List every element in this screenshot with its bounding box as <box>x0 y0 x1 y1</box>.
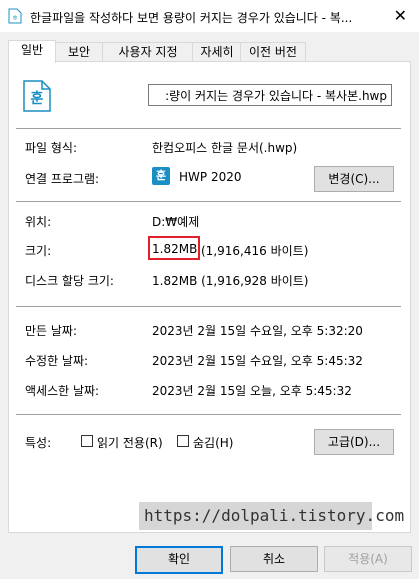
change-button[interactable]: 변경(C)... <box>314 166 394 192</box>
tab-customize[interactable]: 사용자 지정 <box>102 42 194 62</box>
advanced-button[interactable]: 고급(D)... <box>314 429 394 455</box>
tab-security[interactable]: 보안 <box>54 42 104 62</box>
properties-window: ㅎ 한글파일을 작성하다 보면 용량이 커지는 경우가 있습니다 - 복... … <box>0 0 419 579</box>
program-value: HWP 2020 <box>179 170 242 184</box>
accessed-value: 2023년 2월 15일 오늘, 오후 5:45:32 <box>152 384 352 398</box>
tab-previous-versions[interactable]: 이전 버전 <box>240 42 306 62</box>
cancel-button[interactable]: 취소 <box>230 546 318 572</box>
filename-input[interactable]: :량이 커지는 경우가 있습니다 - 복사본.hwp <box>148 84 392 106</box>
hwp-app-icon: 훈 <box>152 167 170 185</box>
divider <box>16 201 401 202</box>
modified-label: 수정한 날짜: <box>25 354 89 368</box>
hidden-label[interactable]: 숨김(H) <box>193 434 233 451</box>
divider <box>16 414 401 415</box>
dialog-buttons: 확인 취소 적용(A) <box>0 538 419 579</box>
size-value: 1.82MB <box>152 242 198 256</box>
divider <box>16 306 401 307</box>
ok-button[interactable]: 확인 <box>135 546 223 574</box>
hwp-document-icon: 훈 <box>22 80 52 112</box>
tab-general[interactable]: 일반 <box>8 40 56 63</box>
divider <box>16 128 401 129</box>
watermark-text: https://dolpali.tistory.com <box>139 502 404 530</box>
readonly-label[interactable]: 읽기 전용(R) <box>97 434 163 451</box>
created-value: 2023년 2월 15일 수요일, 오후 5:32:20 <box>152 324 363 338</box>
title-bar: ㅎ 한글파일을 작성하다 보면 용량이 커지는 경우가 있습니다 - 복... … <box>0 0 419 32</box>
close-icon[interactable]: ✕ <box>394 6 407 25</box>
attributes-label: 특성: <box>25 436 52 450</box>
window-title: 한글파일을 작성하다 보면 용량이 커지는 경우가 있습니다 - 복... <box>30 11 353 25</box>
type-value: 한컴오피스 한글 문서(.hwp) <box>152 141 298 155</box>
size-label: 크기: <box>25 244 52 258</box>
modified-value: 2023년 2월 15일 수요일, 오후 5:45:32 <box>152 354 363 368</box>
disk-size-value: 1.82MB (1,916,928 바이트) <box>152 274 309 288</box>
general-panel <box>8 61 411 533</box>
disk-size-label: 디스크 할당 크기: <box>25 274 114 288</box>
size-bytes: (1,916,416 바이트) <box>201 244 309 258</box>
svg-text:훈: 훈 <box>31 90 44 107</box>
location-label: 위치: <box>25 215 52 229</box>
type-label: 파일 형식: <box>25 141 78 155</box>
program-label: 연결 프로그램: <box>25 172 100 186</box>
created-label: 만든 날짜: <box>25 324 78 338</box>
location-value: D:₩예제 <box>152 215 200 229</box>
hwp-file-icon: ㅎ <box>8 8 22 24</box>
hidden-checkbox[interactable] <box>177 435 189 447</box>
accessed-label: 액세스한 날짜: <box>25 384 100 398</box>
svg-text:ㅎ: ㅎ <box>12 14 18 22</box>
readonly-checkbox[interactable] <box>81 435 93 447</box>
tab-details[interactable]: 자세히 <box>192 42 242 62</box>
apply-button[interactable]: 적용(A) <box>324 546 412 572</box>
